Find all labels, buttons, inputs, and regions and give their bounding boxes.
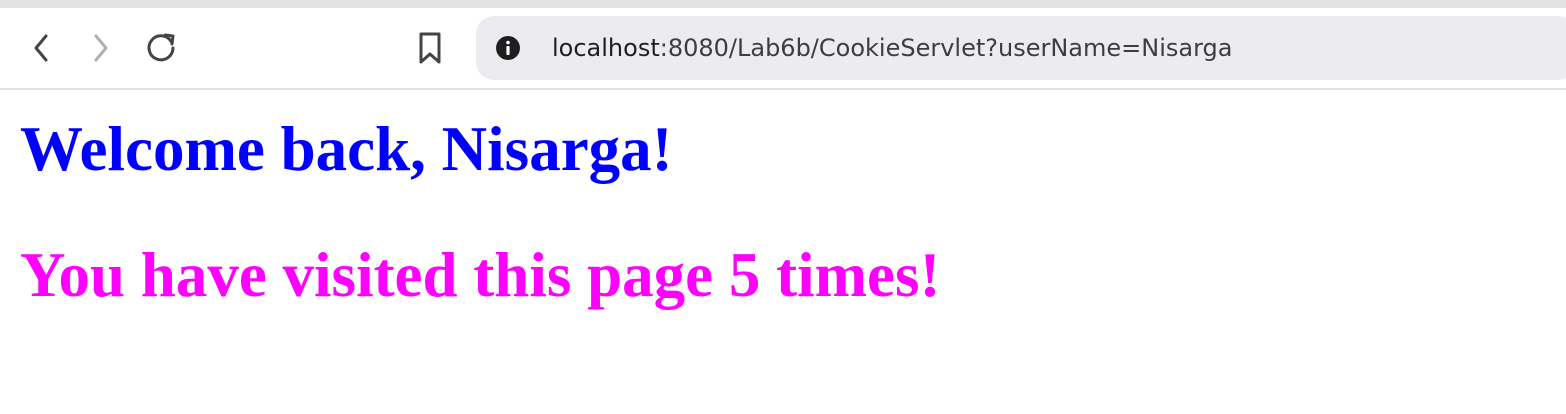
chevron-right-icon (94, 34, 108, 62)
visit-count-heading: You have visited this page 5 times! (20, 240, 941, 310)
page-content: Welcome back, Nisarga! You have visited … (0, 90, 1566, 414)
url-host: localhost (552, 34, 660, 62)
bookmark-button[interactable] (410, 28, 450, 68)
info-icon[interactable] (495, 35, 521, 61)
window-top-strip (0, 0, 1566, 8)
chevron-left-icon (34, 34, 48, 62)
reload-button[interactable] (141, 28, 181, 68)
url-text[interactable]: localhost:8080/Lab6b/CookieServlet?userN… (552, 31, 1232, 65)
browser-toolbar: localhost:8080/Lab6b/CookieServlet?userN… (0, 8, 1566, 90)
forward-button[interactable] (80, 28, 120, 68)
bookmark-icon (419, 32, 441, 64)
address-bar[interactable]: localhost:8080/Lab6b/CookieServlet?userN… (476, 16, 1566, 80)
reload-icon (147, 33, 175, 62)
welcome-heading: Welcome back, Nisarga! (20, 114, 673, 184)
url-path: :8080/Lab6b/CookieServlet?userName=Nisar… (659, 34, 1233, 62)
back-button[interactable] (22, 28, 62, 68)
